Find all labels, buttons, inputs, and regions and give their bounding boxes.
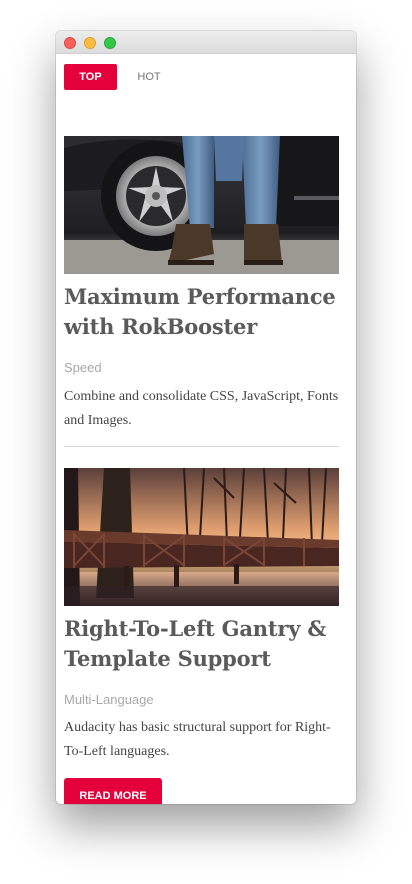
article-description: Combine and consolidate CSS, JavaScript,… bbox=[64, 389, 339, 428]
minimize-window-button[interactable] bbox=[84, 37, 96, 49]
tab-bar: TOP HOT bbox=[64, 64, 339, 90]
article-card: Right-To-Left Gantry & Template Support … bbox=[64, 468, 339, 759]
window-titlebar bbox=[56, 31, 356, 54]
article-description: Audacity has basic structural support fo… bbox=[64, 720, 331, 759]
article-category[interactable]: Speed bbox=[64, 360, 102, 375]
tab-top[interactable]: TOP bbox=[64, 64, 117, 90]
car-wheel-and-jeans-photo[interactable] bbox=[64, 136, 339, 274]
wooden-bridge-sunset-photo[interactable] bbox=[64, 468, 339, 606]
browser-window: TOP HOT Maximum Performance with RokBoos… bbox=[56, 31, 356, 804]
read-more-button[interactable]: READ MORE bbox=[64, 778, 162, 804]
tab-hot[interactable]: HOT bbox=[126, 64, 172, 90]
maximize-window-button[interactable] bbox=[104, 37, 116, 49]
article-card: Maximum Performance with RokBooster Spee… bbox=[64, 136, 339, 428]
close-window-button[interactable] bbox=[64, 37, 76, 49]
article-category[interactable]: Multi-Language bbox=[64, 692, 154, 707]
article-title[interactable]: Maximum Performance with RokBooster bbox=[64, 282, 339, 342]
article-title[interactable]: Right-To-Left Gantry & Template Support bbox=[64, 614, 339, 674]
article-divider bbox=[64, 446, 339, 447]
